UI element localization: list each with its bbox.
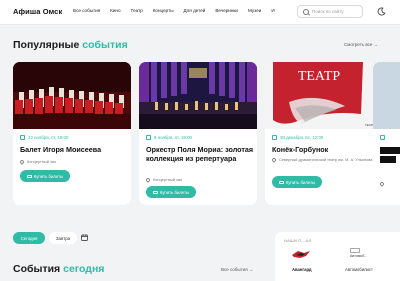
event-date: 22 ноября, пт, 19:00	[28, 135, 69, 140]
buy-tickets-button[interactable]: Купить билеты	[272, 176, 322, 188]
ticket-icon	[152, 190, 158, 194]
buy-tickets-label: Купить билеты	[285, 179, 316, 185]
event-venue: Концертный зал	[145, 176, 254, 183]
popular-title-accent: события	[82, 39, 128, 51]
location-pin-icon	[271, 156, 277, 163]
search-box[interactable]	[297, 5, 363, 18]
location-pin-icon	[379, 181, 385, 187]
event-date-row: 30 декабря, вс, 12:00	[272, 135, 323, 140]
ticket-icon	[26, 174, 32, 178]
partners-box: НАШИ П...АЛ Авангард Автомоб... Автомоби…	[275, 232, 400, 281]
event-image-partial[interactable]	[373, 62, 400, 129]
filter-tomorrow[interactable]: Завтра	[49, 232, 77, 244]
event-image-orchestra[interactable]	[139, 62, 257, 129]
event-venue: Концертный зал	[19, 158, 128, 165]
nav-item-cinema[interactable]: Кино	[110, 8, 120, 13]
top-header: Афиша Омск Все события Кино Театр Концер…	[0, 0, 400, 25]
filter-today[interactable]: Сегодня	[13, 232, 45, 244]
buy-tickets-button[interactable]: Купить билеты	[146, 186, 196, 198]
partners-title: НАШИ П...АЛ	[284, 238, 312, 243]
event-title[interactable]: Оркестр Поля Мориа: золотая коллекция из…	[146, 145, 254, 163]
partner-name[interactable]: Автомобилист	[345, 267, 373, 272]
event-date-row: 8 ноября, пт, 19:00	[146, 135, 192, 140]
search-input[interactable]	[312, 7, 360, 16]
event-card[interactable]: 8 ноября, пт, 19:00 Оркестр Поля Мориа: …	[139, 62, 257, 205]
avangard-logo[interactable]	[291, 250, 311, 259]
event-date-row: 22 ноября, пт, 19:00	[20, 135, 68, 140]
event-card-partial[interactable]	[373, 62, 400, 205]
event-date: 30 декабря, вс, 12:00	[280, 135, 324, 140]
partner-name[interactable]: Авангард	[292, 267, 312, 272]
theatre-image-text: ТЕАТР	[298, 69, 341, 84]
nav-item-kids[interactable]: Для детей	[184, 8, 206, 13]
event-date: 8 ноября, пт, 19:00	[154, 135, 192, 140]
event-image-ballet[interactable]	[13, 62, 131, 129]
event-title[interactable]: Балет Игоря Моисеева	[20, 145, 128, 155]
buy-tickets-label: Купить билеты	[159, 189, 190, 195]
calendar-icon	[146, 135, 151, 140]
location-pin-icon	[19, 158, 25, 165]
partner-logo-text: Автомоб...	[350, 254, 368, 258]
see-all-link[interactable]: Смотреть все →	[344, 42, 378, 47]
all-events-link[interactable]: Все события →	[221, 267, 253, 272]
popular-title-main: Популярные	[13, 39, 80, 51]
moon-icon[interactable]	[377, 7, 386, 16]
today-title-main: События	[13, 263, 61, 275]
avtomobilist-logo[interactable]	[350, 248, 360, 253]
location-pin-icon	[145, 176, 151, 183]
ticket-icon	[278, 180, 284, 184]
event-venue-text: Концертный зал	[153, 177, 183, 182]
buy-tickets-button[interactable]: Купить билеты	[20, 170, 70, 182]
calendar-icon	[272, 135, 277, 140]
event-title-fragment	[380, 156, 396, 163]
event-venue-text: Концертный зал	[27, 159, 57, 164]
search-icon	[303, 9, 309, 15]
calendar-icon	[380, 135, 385, 140]
nav-item-more[interactable]: И	[271, 8, 274, 13]
calendar-icon	[20, 135, 25, 140]
nav-item-concerts[interactable]: Концерты	[153, 8, 174, 13]
event-title-fragment	[380, 147, 400, 154]
event-venue-text: Северный драматический театр им. М. А. У…	[279, 157, 373, 162]
main-nav: Все события Кино Театр Концерты Для дете…	[73, 8, 275, 13]
event-card[interactable]: 22 ноября, пт, 19:00 Балет Игоря Моисеев…	[13, 62, 131, 205]
popular-section-title: Популярные события	[13, 39, 128, 51]
calendar-icon[interactable]	[81, 234, 88, 241]
today-title-accent: сегодня	[63, 263, 105, 275]
nav-item-all-events[interactable]: Все события	[73, 8, 100, 13]
event-image-theatre[interactable]: ТЕАТР ТЕАТР	[265, 62, 383, 129]
buy-tickets-label: Купить билеты	[33, 173, 64, 179]
site-logo[interactable]: Афиша Омск	[13, 7, 62, 16]
nav-item-museums[interactable]: Музеи	[248, 8, 261, 13]
nav-item-parties[interactable]: Вечеринки	[215, 8, 238, 13]
today-section-title: События сегодня	[13, 263, 104, 275]
event-card[interactable]: ТЕАТР ТЕАТР 30 декабря, вс, 12:00 Конёк-…	[265, 62, 383, 205]
event-title[interactable]: Конёк-Горбунок	[272, 145, 380, 155]
event-venue: Северный драматический театр им. М. А. У…	[271, 156, 380, 163]
nav-item-theatre[interactable]: Театр	[131, 8, 143, 13]
